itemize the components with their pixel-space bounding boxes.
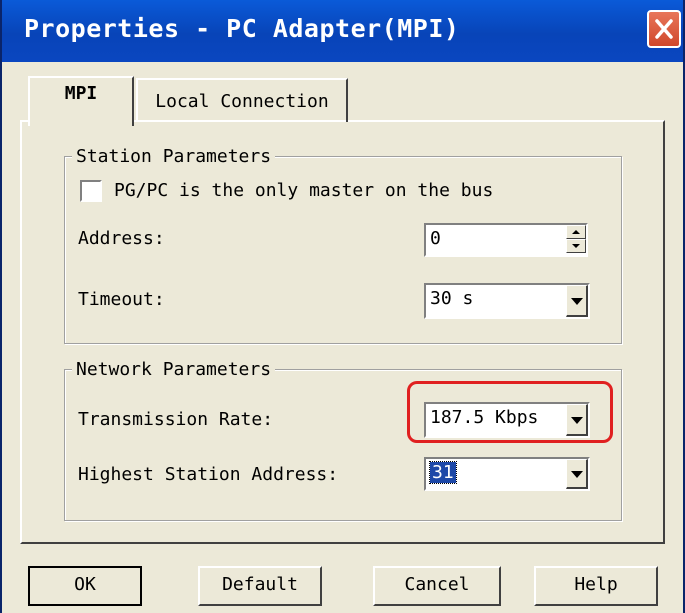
timeout-dropdown[interactable]: 30 s: [424, 283, 590, 319]
spin-down-button[interactable]: [566, 239, 586, 253]
address-spinbox[interactable]: 0: [424, 223, 588, 257]
title-bar[interactable]: Properties - PC Adapter(MPI): [2, 0, 683, 62]
transmission-rate-dropdown[interactable]: 187.5 Kbps: [424, 402, 590, 438]
spin-up-button[interactable]: [566, 225, 586, 239]
transmission-rate-label: Transmission Rate:: [78, 409, 274, 430]
ok-button[interactable]: OK: [28, 566, 142, 606]
timeout-dropdown-button[interactable]: [566, 285, 588, 317]
highest-station-address-dropdown[interactable]: 31: [424, 457, 590, 491]
network-parameters-legend: Network Parameters: [72, 359, 276, 380]
spin-up-icon: [572, 230, 580, 234]
highest-station-address-value: 31: [429, 461, 457, 484]
default-button[interactable]: Default: [198, 566, 322, 606]
highest-station-address-label: Highest Station Address:: [78, 464, 339, 485]
station-parameters-legend: Station Parameters: [72, 146, 276, 167]
timeout-label: Timeout:: [78, 289, 165, 310]
address-value: 0: [430, 228, 441, 249]
timeout-value: 30 s: [430, 288, 474, 309]
only-master-label[interactable]: PG/PC is the only master on the bus: [114, 180, 493, 201]
properties-dialog: Properties - PC Adapter(MPI) MPI Local C…: [0, 0, 685, 613]
help-button[interactable]: Help: [534, 566, 658, 606]
spin-down-icon: [572, 244, 580, 248]
close-button[interactable]: [647, 10, 681, 48]
cancel-button[interactable]: Cancel: [373, 566, 501, 606]
chevron-down-icon: [571, 417, 583, 424]
tab-local-connection[interactable]: Local Connection: [136, 78, 348, 122]
transmission-rate-value: 187.5 Kbps: [430, 407, 539, 428]
only-master-checkbox[interactable]: [80, 180, 102, 202]
chevron-down-icon: [571, 471, 583, 478]
highest-station-address-dropdown-button[interactable]: [566, 459, 588, 489]
close-x-icon: [655, 19, 673, 39]
tab-mpi[interactable]: MPI: [28, 76, 134, 126]
address-label: Address:: [78, 228, 165, 249]
chevron-down-icon: [571, 298, 583, 305]
window-title: Properties - PC Adapter(MPI): [24, 14, 460, 43]
transmission-rate-dropdown-button[interactable]: [566, 404, 588, 436]
